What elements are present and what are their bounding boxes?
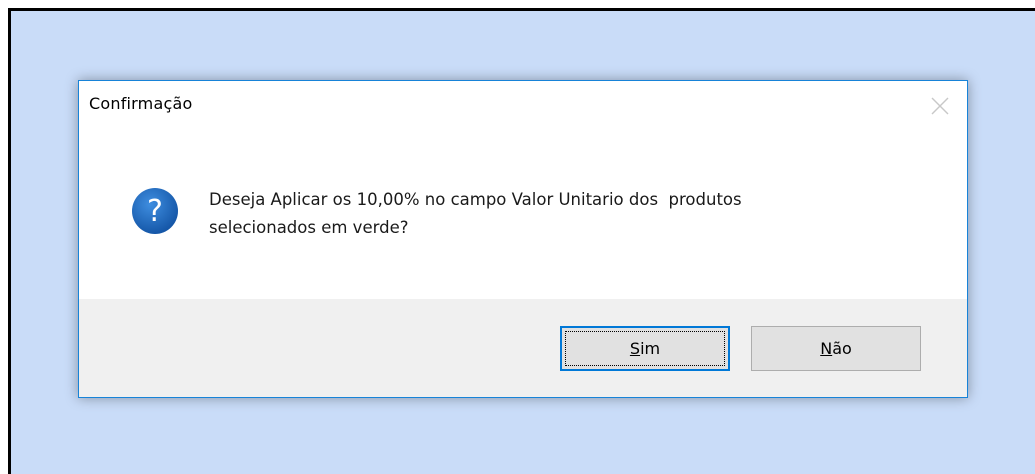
dialog-message: Deseja Aplicar os 10,00% no campo Valor … <box>209 190 742 237</box>
question-icon: ? <box>131 187 179 235</box>
yes-label-rest: im <box>640 339 661 358</box>
dialog-button-bar: Sim Não <box>79 299 967 397</box>
no-button[interactable]: Não <box>751 326 921 371</box>
svg-text:?: ? <box>147 194 163 229</box>
close-icon <box>931 97 949 115</box>
dialog-titlebar: Confirmação <box>79 81 967 129</box>
dialog-content: ? Deseja Aplicar os 10,00% no campo Valo… <box>79 129 967 299</box>
confirmation-dialog: Confirmação ? Deseja Aplicar os 10,00% n <box>78 80 968 398</box>
close-button[interactable] <box>929 95 951 117</box>
yes-button[interactable]: Sim <box>560 326 730 371</box>
yes-button-label: Sim <box>630 339 660 358</box>
dialog-title: Confirmação <box>89 94 193 113</box>
yes-mnemonic: S <box>629 339 641 358</box>
no-button-label: Não <box>820 339 852 358</box>
no-mnemonic: N <box>820 339 833 358</box>
no-label-rest: ão <box>832 339 852 358</box>
